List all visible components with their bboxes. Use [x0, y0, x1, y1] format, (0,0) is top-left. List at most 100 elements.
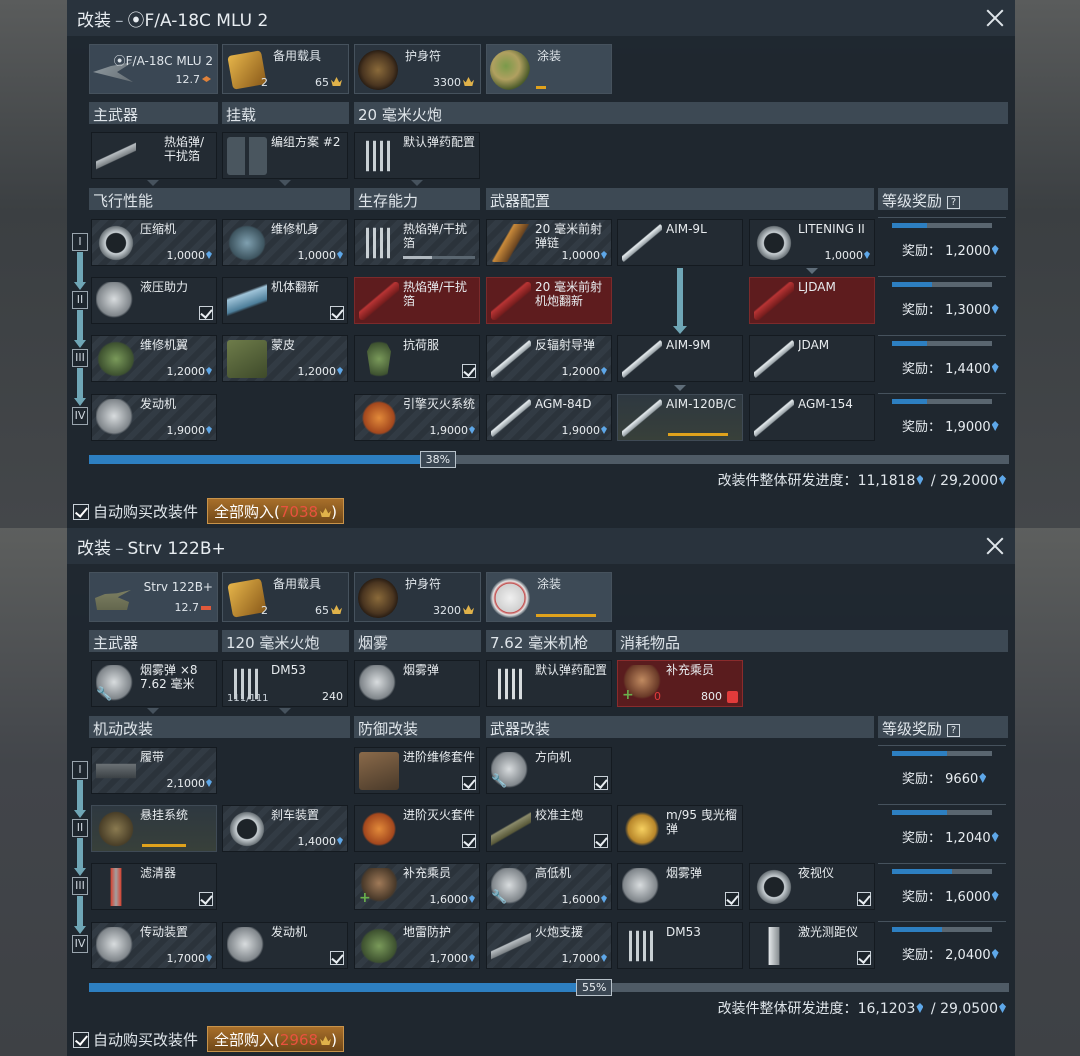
- mod-elevation-drive[interactable]: 🔧 高低机 1,6000: [486, 863, 612, 910]
- dropdown-indicator: [806, 268, 818, 274]
- installed-checkbox[interactable]: [462, 364, 476, 378]
- mod-artillery-support[interactable]: 火炮支援 1,7000: [486, 922, 612, 969]
- mod-aim-9m[interactable]: AIM-9M: [617, 335, 743, 382]
- talisman-card[interactable]: 护身符 3300: [354, 44, 481, 94]
- installed-checkbox[interactable]: [594, 776, 608, 790]
- missile-icon: [491, 340, 531, 378]
- mod-dm53[interactable]: DM53: [617, 922, 743, 969]
- mod-litening-pod[interactable]: LITENING II 1,0000: [749, 219, 875, 266]
- crew-replenish-card[interactable]: 补充乘员 + 0 800: [617, 660, 743, 707]
- mod-anti-radiation-missile[interactable]: 反辐射导弹 1,2000: [486, 335, 612, 382]
- mod-cannon-overhaul[interactable]: 20 毫米前射机炮翻新: [486, 277, 612, 324]
- mod-jdam[interactable]: JDAM: [749, 335, 875, 382]
- section-weaponry: 武器配置: [486, 188, 874, 210]
- installed-checkbox[interactable]: [199, 306, 213, 320]
- section-main-gun: 120 毫米火炮: [222, 630, 349, 652]
- mod-aim-120[interactable]: AIM-120B/C: [617, 394, 743, 441]
- mod-transmission[interactable]: 传动装置 1,7000: [91, 922, 217, 969]
- ammo-preset-card[interactable]: 默认弹药配置: [354, 132, 480, 179]
- installed-checkbox[interactable]: [857, 892, 871, 906]
- unlock-arrow: [673, 326, 687, 334]
- mod-engine[interactable]: 发动机: [222, 922, 348, 969]
- rank-reward-3: 奖励： 1,6000: [878, 863, 1006, 917]
- mod-wing-repair[interactable]: 维修机翼 1,2000: [91, 335, 217, 382]
- mod-night-vision[interactable]: 夜视仪: [749, 863, 875, 910]
- research-points-icon: [916, 1003, 924, 1013]
- mod-tracer-shell[interactable]: m/95 曳光榴弹: [617, 805, 743, 852]
- installed-checkbox[interactable]: [594, 834, 608, 848]
- section-flight-performance: 飞行性能: [89, 188, 350, 210]
- mod-agm-84d[interactable]: AGM-84D 1,9000: [486, 394, 612, 441]
- research-points-icon: [979, 773, 987, 783]
- golden-eagle-icon: [463, 77, 474, 86]
- plus-icon: +: [359, 890, 371, 906]
- mod-laser-rangefinder[interactable]: 激光测距仪: [749, 922, 875, 969]
- mod-countermeasures-2[interactable]: 热焰弹/干扰箔: [354, 277, 480, 324]
- installed-checkbox[interactable]: [462, 776, 476, 790]
- close-button[interactable]: [983, 6, 1007, 30]
- auto-buy-toggle[interactable]: 自动购买改装件: [73, 501, 198, 522]
- buy-all-button[interactable]: 全部购入(2968): [207, 1026, 344, 1052]
- filter-icon: [96, 868, 136, 906]
- weapon-preset-card[interactable]: 热焰弹/干扰箔 ×120 20 ...: [91, 132, 217, 179]
- main-gun-ammo-card[interactable]: DM53 111/111 240: [222, 660, 348, 707]
- tier-arrow: [74, 398, 86, 406]
- installed-checkbox[interactable]: [857, 951, 871, 965]
- mod-crew-replenishment[interactable]: + 补充乘员 1,6000: [354, 863, 480, 910]
- payload-preset-card[interactable]: 编组方案 #2: [222, 132, 348, 179]
- buy-all-button[interactable]: 全部购入(7038): [207, 498, 344, 524]
- mod-hydraulics[interactable]: 液压助力: [91, 277, 217, 324]
- rank-reward-4: 奖励： 2,0400: [878, 921, 1006, 971]
- tier-connector: [77, 252, 83, 282]
- mod-horizontal-drive[interactable]: 🔧 方向机: [486, 747, 612, 794]
- camouflage-icon: [490, 50, 530, 90]
- vehicle-card[interactable]: Strv 122B+ 12.7: [89, 572, 218, 622]
- mod-g-suit[interactable]: 抗荷服: [354, 335, 480, 382]
- mod-cannon-belt[interactable]: 20 毫米前射弹链 1,0000: [486, 219, 612, 266]
- vehicle-card[interactable]: ⦿F/A-18C MLU 2 12.7: [89, 44, 218, 94]
- installed-checkbox[interactable]: [725, 892, 739, 906]
- close-button[interactable]: [983, 534, 1007, 558]
- mod-zeroing[interactable]: 校准主炮: [486, 805, 612, 852]
- mod-aim-9l[interactable]: AIM-9L: [617, 219, 743, 266]
- mod-filters[interactable]: 滤清器: [91, 863, 217, 910]
- help-icon[interactable]: ?: [947, 724, 961, 737]
- installed-checkbox[interactable]: [462, 834, 476, 848]
- mod-fuselage-repair[interactable]: 维修机身 1,0000: [222, 219, 348, 266]
- weapon-preset-card[interactable]: 🔧 烟雾弹 ×8 7.62 毫米 94 ...: [91, 660, 217, 707]
- mod-cover[interactable]: 蒙皮 1,2000: [222, 335, 348, 382]
- lock-icon: [727, 691, 738, 703]
- mod-countermeasures-1[interactable]: 热焰弹/干扰箔: [354, 219, 480, 266]
- mod-engine-extinguisher[interactable]: 引擎灭火系统 1,9000: [354, 394, 480, 441]
- installed-checkbox[interactable]: [330, 951, 344, 965]
- backup-vehicle-card[interactable]: 备用载具 2 65: [222, 44, 349, 94]
- installed-checkbox[interactable]: [199, 892, 213, 906]
- talisman-card[interactable]: 护身符 3200: [354, 572, 481, 622]
- help-icon[interactable]: ?: [947, 196, 961, 209]
- mod-fire-extinguisher[interactable]: 进阶灭火套件: [354, 805, 480, 852]
- camouflage-card[interactable]: 涂装: [486, 572, 612, 622]
- mod-advanced-repair-kit[interactable]: 进阶维修套件: [354, 747, 480, 794]
- tier-2: II: [72, 291, 88, 309]
- mg-ammo-card[interactable]: 默认弹药配置: [486, 660, 612, 707]
- mod-compressor[interactable]: 压缩机 1,0000: [91, 219, 217, 266]
- missile-icon: [622, 340, 662, 378]
- installed-checkbox[interactable]: [330, 306, 344, 320]
- window-title: 改装 – ⦿F/A-18C MLU 2: [77, 11, 269, 31]
- dropdown-indicator: [411, 180, 423, 186]
- auto-buy-toggle[interactable]: 自动购买改装件: [73, 1029, 198, 1050]
- backup-vehicle-card[interactable]: 备用载具 2 65: [222, 572, 349, 622]
- mod-ljdam[interactable]: LJDAM: [749, 277, 875, 324]
- mod-agm-154[interactable]: AGM-154: [749, 394, 875, 441]
- ammo-belt-icon: [365, 140, 393, 172]
- smoke-ammo-card[interactable]: 烟雾弹: [354, 660, 480, 707]
- transmission-icon: [96, 927, 136, 965]
- mod-tracks[interactable]: 履带 2,1000: [91, 747, 217, 794]
- mod-airframe[interactable]: 机体翻新: [222, 277, 348, 324]
- mod-suspension[interactable]: 悬挂系统: [91, 805, 217, 852]
- mod-brakes[interactable]: 刹车装置 1,4000: [222, 805, 348, 852]
- mod-smoke-shell[interactable]: 烟雾弹: [617, 863, 743, 910]
- mod-engine[interactable]: 发动机 1,9000: [91, 394, 217, 441]
- mod-mine-protection[interactable]: 地雷防护 1,7000: [354, 922, 480, 969]
- camouflage-card[interactable]: 涂装: [486, 44, 612, 94]
